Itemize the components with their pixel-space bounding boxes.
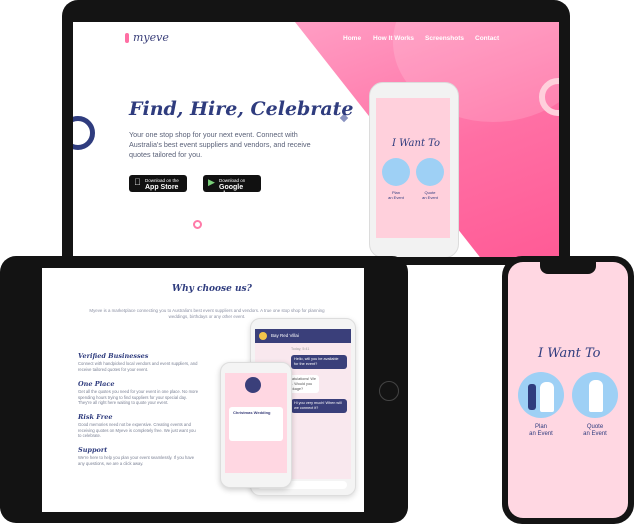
feature-text-1: Connect with handpicked local vendors an… xyxy=(78,361,198,372)
play-icon: ▶ xyxy=(208,177,215,187)
app-store-button[interactable]:  Download on the App Store xyxy=(129,175,187,192)
hero-title: Find, Hire, Celebrate xyxy=(129,98,354,120)
decor-dot xyxy=(193,220,202,229)
app-store-big: App Store xyxy=(145,184,179,191)
laptop-screen: myeve Home How It Works Screenshots Cont… xyxy=(73,22,559,257)
google-play-small: Download on xyxy=(219,178,246,183)
chat-header-title: Bay Red Villai xyxy=(271,333,299,338)
groom-icon xyxy=(528,384,536,410)
chef-icon xyxy=(589,380,603,412)
bride-icon xyxy=(540,382,554,412)
app-store-small: Download on the xyxy=(145,178,179,183)
iphone-notch xyxy=(540,262,596,274)
event-card[interactable]: Christmas Wedding xyxy=(229,407,283,441)
plan-label[interactable]: Plan an Event xyxy=(384,190,408,200)
plan-avatar[interactable] xyxy=(382,158,410,186)
quote-avatar[interactable] xyxy=(416,158,444,186)
chat-message-1: Hello, will you be available for the eve… xyxy=(291,355,347,369)
decor-ring xyxy=(73,116,95,150)
feature-text-3: Good memories need not be expensive. Cre… xyxy=(78,422,196,438)
apple-icon:  xyxy=(134,178,141,187)
iphone-heading: I Want To xyxy=(538,346,601,361)
google-play-button[interactable]: ▶ Download on Google play xyxy=(203,175,261,198)
app-profile-avatar xyxy=(245,377,261,393)
chat-avatar xyxy=(259,332,267,340)
feature-text-4: We're here to help you plan your event s… xyxy=(78,455,195,466)
nav-screenshots[interactable]: Screenshots xyxy=(425,35,464,42)
google-play-big: Google play xyxy=(219,184,244,198)
iphone-quote-avatar[interactable] xyxy=(572,372,618,418)
chat-date: Today, 5:41 xyxy=(291,347,310,351)
tablet-home-button[interactable] xyxy=(379,381,399,401)
why-title: Why choose us? xyxy=(172,284,252,294)
iphone-plan-label[interactable]: Plan an Event xyxy=(518,424,564,438)
iphone-plan-avatar[interactable] xyxy=(518,372,564,418)
app-phone: Christmas Wedding xyxy=(220,362,292,488)
quote-label[interactable]: Quote an Event xyxy=(418,190,442,200)
feature-text-2: Get all the quotes you need for your eve… xyxy=(78,389,199,405)
feature-title-1: Verified Businesses xyxy=(78,352,149,360)
chat-header: Bay Red Villai xyxy=(255,329,351,343)
logo-mark-icon xyxy=(125,33,129,43)
nav-contact[interactable]: Contact xyxy=(475,35,499,42)
hero-subtitle: Your one stop shop for your next event. … xyxy=(129,130,311,159)
chat-message-3: Hi you very much! When will we connect i… xyxy=(291,399,347,413)
logo[interactable]: myeve xyxy=(133,31,169,44)
feature-title-2: One Place xyxy=(78,380,115,388)
nav-how-it-works[interactable]: How It Works xyxy=(373,35,414,42)
event-card-title: Christmas Wedding xyxy=(233,410,271,415)
iphone-quote-label[interactable]: Quote an Event xyxy=(572,424,618,438)
feature-title-4: Support xyxy=(78,446,108,454)
hero-phone-screen: I Want To Plan an Event Quote an Event xyxy=(376,98,450,238)
tablet-screen: Why choose us? Myeve is a marketplace co… xyxy=(42,268,364,512)
iphone-screen: I Want To Plan an Event Quote an Event xyxy=(508,262,628,518)
phone-heading: I Want To xyxy=(392,138,441,149)
nav-home[interactable]: Home xyxy=(343,35,361,42)
feature-title-3: Risk Free xyxy=(78,413,113,421)
